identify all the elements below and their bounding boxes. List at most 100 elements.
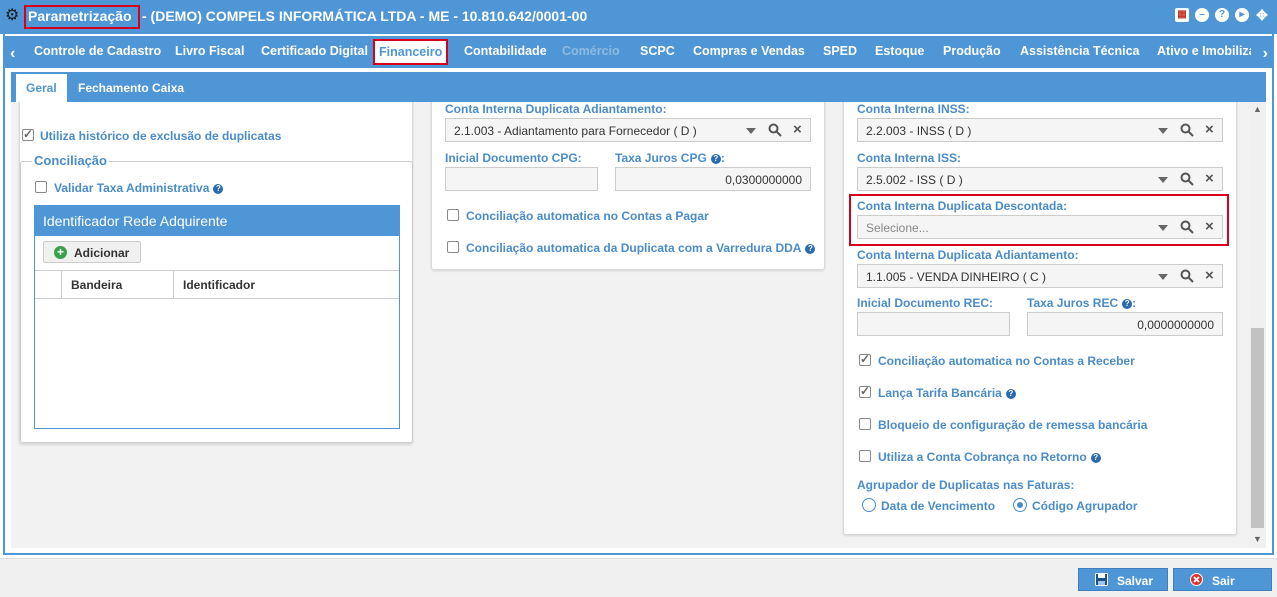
help-icon[interactable]: ?: [1122, 298, 1133, 309]
tarifa-checkbox[interactable]: [859, 384, 871, 398]
tab-assistencia-tecnica[interactable]: Assistência Técnica: [1020, 44, 1140, 58]
taxa-juros-rec-text: Taxa Juros REC: [1027, 296, 1119, 310]
tab-ativo-e-imobilizado[interactable]: Ativo e Imobilizado: [1157, 44, 1251, 58]
scroll-down-icon[interactable]: ▼: [1253, 534, 1262, 544]
taxa-juros-cpg-input[interactable]: 0,0300000000: [615, 167, 811, 191]
tab-scpc[interactable]: SCPC: [640, 44, 675, 58]
col-bandeira[interactable]: Bandeira: [71, 278, 122, 292]
search-icon[interactable]: [1180, 172, 1194, 186]
conc-dda-checkbox[interactable]: [447, 241, 459, 253]
add-button-label: Adicionar: [74, 246, 130, 260]
radio-data-vencimento[interactable]: [862, 498, 876, 512]
tab-controle-de-cadastro[interactable]: Controle de Cadastro: [34, 44, 161, 58]
col-identificador[interactable]: Identificador: [183, 278, 255, 292]
play-icon[interactable]: ▸: [1235, 8, 1249, 22]
scrollbar-thumb[interactable]: [1251, 328, 1264, 528]
search-icon[interactable]: [1180, 123, 1194, 137]
close-icon[interactable]: ×: [1205, 170, 1214, 187]
conta-adiant-rec-value: 1.1.005 - VENDA DINHEIRO ( C ): [866, 270, 1047, 284]
conta-iss-select[interactable]: 2.5.002 - ISS ( D ) ×: [857, 167, 1223, 191]
col-divider: [173, 271, 174, 298]
conc-dda-text: Conciliação automatica da Duplicata com …: [466, 241, 802, 255]
chevron-down-icon[interactable]: [746, 128, 756, 134]
title-bar: ⚙ Parametrização - (DEMO) COMPELS INFORM…: [0, 0, 1277, 34]
close-icon[interactable]: ×: [1205, 121, 1214, 138]
tarifa-text: Lança Tarifa Bancária: [878, 386, 1002, 400]
tab-financeiro[interactable]: Financeiro: [373, 39, 449, 65]
inicial-doc-cpg-input[interactable]: [445, 167, 598, 191]
chevron-down-icon[interactable]: [1158, 177, 1168, 183]
tab-contabilidade[interactable]: Contabilidade: [464, 44, 547, 58]
chevron-left-icon[interactable]: ‹: [10, 45, 15, 63]
search-icon[interactable]: [1180, 220, 1194, 234]
help-icon[interactable]: ?: [805, 243, 816, 254]
help-icon[interactable]: ?: [1005, 388, 1016, 399]
tab-geral[interactable]: Geral: [16, 74, 67, 102]
exit-icon: [1190, 573, 1203, 586]
inicial-doc-rec-label: Inicial Documento REC:: [857, 296, 994, 310]
grid-title-bar: Identificador Rede Adquirente: [35, 206, 399, 236]
help-icon[interactable]: ?: [213, 183, 224, 194]
chevron-down-icon[interactable]: [1158, 274, 1168, 280]
historico-checkbox[interactable]: [22, 127, 34, 141]
scroll-up-icon[interactable]: ▲: [1253, 104, 1262, 114]
agrupador-label: Agrupador de Duplicatas nas Faturas:: [857, 478, 1075, 492]
sub-tab-bar: Geral Fechamento Caixa: [11, 72, 1266, 102]
save-icon: [1095, 573, 1108, 586]
tab-certificado-digital[interactable]: Certificado Digital: [261, 44, 368, 58]
minimize-icon[interactable]: –: [1195, 8, 1209, 22]
tab-comercio: Comércio: [562, 44, 620, 58]
add-icon: +: [54, 246, 67, 259]
module-tab-bar: ‹ Controle de Cadastro Livro Fiscal Certif…: [5, 36, 1272, 68]
vertical-scrollbar[interactable]: ▲ ▼: [1249, 102, 1266, 548]
close-icon[interactable]: ×: [1205, 267, 1214, 284]
conta-adiant-cpg-select[interactable]: 2.1.003 - Adiantamento para Fornecedor (…: [445, 118, 811, 142]
exit-label: Sair: [1212, 574, 1235, 588]
conta-adiant-rec-select[interactable]: 1.1.005 - VENDA DINHEIRO ( C ) ×: [857, 264, 1223, 288]
radio-codigo-agrupador[interactable]: [1013, 498, 1027, 512]
search-icon[interactable]: [768, 123, 782, 137]
fullscreen-icon[interactable]: ✥: [1255, 8, 1269, 22]
conta-inss-select[interactable]: 2.2.003 - INSS ( D ) ×: [857, 118, 1223, 142]
exit-button[interactable]: Sair: [1173, 568, 1272, 591]
help-icon[interactable]: ?: [710, 153, 721, 164]
conc-pagar-checkbox[interactable]: [447, 209, 459, 221]
close-icon[interactable]: ×: [793, 121, 802, 138]
adquirente-grid: Identificador Rede Adquirente + Adiciona…: [34, 205, 400, 429]
validar-taxa-checkbox[interactable]: [35, 181, 47, 193]
conta-inss-value: 2.2.003 - INSS ( D ): [866, 124, 972, 138]
close-icon[interactable]: ×: [1205, 218, 1214, 235]
tab-compras-e-vendas[interactable]: Compras e Vendas: [693, 44, 805, 58]
conc-receber-checkbox[interactable]: [859, 352, 871, 366]
cobranca-checkbox[interactable]: [859, 450, 871, 462]
tab-fechamento-caixa[interactable]: Fechamento Caixa: [78, 81, 184, 95]
tab-livro-fiscal[interactable]: Livro Fiscal: [175, 44, 244, 58]
tab-estoque[interactable]: Estoque: [875, 44, 924, 58]
bloqueio-checkbox[interactable]: [859, 418, 871, 430]
taxa-juros-rec-label: Taxa Juros REC?:: [1027, 296, 1137, 310]
calendar-icon[interactable]: ▦: [1175, 8, 1189, 22]
conta-descontada-placeholder: Selecione...: [866, 221, 929, 235]
tab-sped[interactable]: SPED: [823, 44, 857, 58]
chevron-down-icon[interactable]: [1158, 225, 1168, 231]
chevron-down-icon[interactable]: [1158, 128, 1168, 134]
tab-producao[interactable]: Produção: [943, 44, 1001, 58]
module-tabs: Controle de Cadastro Livro Fiscal Certific…: [25, 36, 1251, 68]
inicial-doc-rec-input[interactable]: [857, 312, 1010, 336]
help-icon[interactable]: ?: [1215, 8, 1229, 22]
conta-iss-value: 2.5.002 - ISS ( D ): [866, 173, 963, 187]
conta-adiant-cpg-label: Conta Interna Duplicata Adiantamento:: [445, 102, 667, 116]
window-subtitle: - (DEMO) COMPELS INFORMÁTICA LTDA - ME -…: [142, 8, 588, 24]
help-icon[interactable]: ?: [1090, 452, 1101, 463]
taxa-juros-rec-input[interactable]: 0,0000000000: [1027, 312, 1223, 336]
chevron-right-icon[interactable]: ›: [1263, 45, 1268, 63]
radio-codigo-agrupador-label: Código Agrupador: [1032, 499, 1138, 513]
grid-header-row: Bandeira Identificador: [35, 270, 399, 299]
conta-descontada-select[interactable]: Selecione... ×: [857, 215, 1223, 239]
save-button[interactable]: Salvar: [1078, 568, 1168, 591]
conc-dda-label: Conciliação automatica da Duplicata com …: [466, 241, 816, 255]
search-icon[interactable]: [1180, 269, 1194, 283]
grid-title: Identificador Rede Adquirente: [43, 213, 228, 229]
save-label: Salvar: [1117, 574, 1154, 588]
add-button[interactable]: + Adicionar: [43, 241, 141, 263]
